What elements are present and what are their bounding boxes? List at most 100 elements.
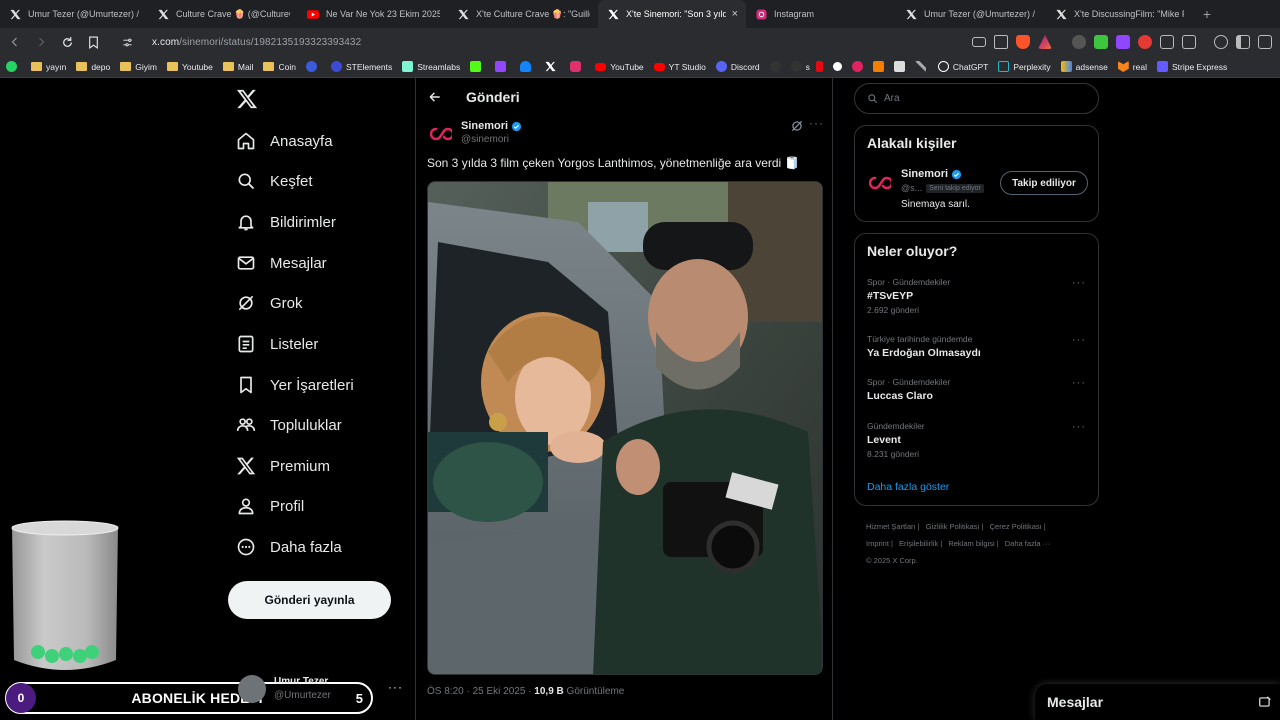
footer-link[interactable]: Hizmet Şartları | — [866, 522, 920, 531]
bookmark-blogger[interactable] — [872, 61, 888, 72]
trend-more-button[interactable]: ··· — [1072, 334, 1086, 346]
bookmark-folder[interactable]: yayın — [31, 62, 66, 72]
tab[interactable]: Culture Crave 🍿 (@CultureCra — [148, 0, 298, 28]
trend-more-button[interactable]: ··· — [1072, 277, 1086, 289]
brave-shield-icon[interactable] — [1016, 35, 1030, 49]
nav-bookmarks[interactable]: Yer İşaretleri — [236, 370, 354, 400]
search-box[interactable] — [854, 83, 1099, 114]
bookmark-real[interactable]: real — [1117, 61, 1147, 72]
wallet-icon[interactable] — [1258, 35, 1272, 49]
footer-link[interactable]: Gizlilik Politikası | — [926, 522, 984, 531]
author-name[interactable]: Sinemori — [461, 120, 522, 132]
tab[interactable]: Umur Tezer (@Umurtezer) / X — [0, 0, 148, 28]
messages-drawer[interactable]: Mesajlar — [1035, 684, 1280, 720]
bookmark-bluesky[interactable] — [520, 61, 535, 72]
bookmark-instagram[interactable] — [570, 61, 585, 72]
footer-link[interactable]: Imprint | — [866, 539, 893, 548]
bookmark-kick[interactable] — [470, 61, 485, 72]
bookmark-folder[interactable]: Giyim — [120, 62, 157, 72]
bookmark-folder[interactable]: Mail — [222, 62, 253, 72]
related-name[interactable]: Sinemori — [901, 168, 962, 180]
bookmark-tiktok[interactable] — [769, 61, 785, 72]
bookmark-page-button[interactable] — [82, 31, 104, 53]
bookmark-yt-studio[interactable]: YT Studio — [653, 62, 706, 72]
bookmark-whatsapp[interactable] — [6, 61, 21, 72]
tab-active[interactable]: X'te Sinemori: "Son 3 yılda × — [598, 0, 746, 28]
back-button[interactable] — [4, 31, 26, 53]
bookmark-adsense[interactable]: adsense — [1060, 61, 1108, 72]
account-switcher[interactable]: Umur Tezer @Umurtezer ··· — [238, 674, 408, 714]
reload-button[interactable] — [56, 31, 78, 53]
brave-rewards-icon[interactable] — [1038, 35, 1052, 49]
footer-link[interactable]: Çerez Politikası | — [990, 522, 1046, 531]
nav-lists[interactable]: Listeler — [236, 329, 318, 359]
extension-icon[interactable] — [1138, 35, 1152, 49]
tab[interactable]: X'te Culture Crave 🍿: "Guiller — [448, 0, 598, 28]
nav-explore[interactable]: Keşfet — [236, 166, 313, 196]
trend-item[interactable]: Türkiye tarihinde gündemde Ya Erdoğan Ol… — [867, 334, 1092, 359]
sidebar-icon[interactable] — [1236, 35, 1250, 49]
bookmark-circle[interactable] — [832, 62, 846, 71]
trend-item[interactable]: Gündemdekiler Levent 8.231 gönderi ··· — [867, 421, 1092, 459]
following-button[interactable]: Takip ediliyor — [1000, 171, 1088, 195]
extension-icon[interactable] — [1094, 35, 1108, 49]
bookmark-tiktok-s[interactable]: s — [790, 61, 810, 72]
bookmark-folder[interactable]: Youtube — [166, 62, 213, 72]
trend-more-button[interactable]: ··· — [1072, 377, 1086, 389]
cast-icon[interactable] — [972, 37, 986, 47]
trend-more-button[interactable]: ··· — [1072, 421, 1086, 433]
tab[interactable]: Ne Var Ne Yok 23 Ekim 2025 / — [298, 0, 448, 28]
bookmark-r[interactable] — [305, 61, 321, 72]
tab[interactable]: Umur Tezer (@Umurtezer) / X — [896, 0, 1046, 28]
nav-grok[interactable]: Grok — [236, 288, 303, 318]
bookmark-netflix[interactable] — [815, 61, 827, 72]
bookmark-tool[interactable] — [914, 61, 930, 72]
post-image[interactable] — [427, 181, 823, 675]
nav-more[interactable]: Daha fazla — [236, 532, 342, 562]
share-icon[interactable] — [994, 35, 1008, 49]
avatar[interactable] — [429, 122, 453, 146]
bookmark-amazon[interactable] — [893, 61, 909, 72]
url-field[interactable]: x.com/sinemori/status/198213519332339343… — [152, 37, 361, 48]
nav-home[interactable]: Anasayfa — [236, 126, 333, 156]
bookmark-youtube[interactable]: YouTube — [595, 62, 644, 72]
extension-icon[interactable] — [1072, 35, 1086, 49]
new-message-icon[interactable] — [1258, 695, 1272, 709]
tab[interactable]: Instagram — [746, 0, 896, 28]
bookmark-stelements[interactable]: STElements — [330, 61, 392, 72]
footer-link[interactable]: Reklam bilgisi | — [948, 539, 998, 548]
music-icon[interactable] — [1214, 35, 1228, 49]
puzzle-icon[interactable] — [1182, 35, 1196, 49]
bookmark-discord[interactable]: Discord — [715, 61, 760, 72]
author-handle[interactable]: @sinemori — [461, 134, 509, 145]
bookmark-folder[interactable]: Coin — [263, 62, 296, 72]
back-arrow-icon[interactable] — [428, 90, 442, 104]
bookmark-twitch[interactable] — [495, 61, 510, 72]
site-info-button[interactable] — [116, 31, 138, 53]
post-time[interactable]: ÖS 8:20 · 25 Eki 2025 · — [427, 686, 532, 697]
show-more-link[interactable]: Daha fazla göster — [867, 481, 949, 493]
extension-icon[interactable] — [1160, 35, 1174, 49]
bookmark-streamlabs[interactable]: Streamlabs — [402, 61, 460, 72]
tab[interactable]: X'te DiscussingFilm: "Mike Fla — [1046, 0, 1192, 28]
nav-notifications[interactable]: Bildirimler — [236, 207, 336, 237]
nav-premium[interactable]: Premium — [236, 451, 330, 481]
footer-link[interactable]: Erişilebilirlik | — [899, 539, 942, 548]
search-input[interactable] — [884, 93, 1084, 104]
nav-communities[interactable]: Topluluklar — [236, 410, 342, 440]
trend-item[interactable]: Spor · Gündemdekiler Luccas Claro ··· — [867, 377, 1092, 402]
nav-messages[interactable]: Mesajlar — [236, 248, 327, 278]
bookmark-perplexity[interactable]: Perplexity — [998, 61, 1051, 72]
x-logo-icon[interactable] — [236, 88, 258, 110]
post-button[interactable]: Gönderi yayınla — [228, 581, 391, 619]
bookmark-chatgpt[interactable]: ChatGPT — [937, 61, 988, 72]
bookmark-stripe[interactable]: Stripe Express — [1156, 61, 1227, 72]
bookmark-x[interactable] — [545, 61, 560, 72]
nav-profile[interactable]: Profil — [236, 491, 304, 521]
more-options-button[interactable]: ··· — [809, 116, 824, 130]
sinemori-logo-icon[interactable] — [869, 172, 891, 194]
trend-item[interactable]: Spor · Gündemdekiler #TSvEYP 2.692 gönde… — [867, 277, 1092, 315]
footer-link[interactable]: Daha fazla ··· — [1005, 539, 1050, 548]
new-tab-button[interactable]: + — [1192, 0, 1222, 28]
grok-icon[interactable] — [790, 119, 804, 133]
